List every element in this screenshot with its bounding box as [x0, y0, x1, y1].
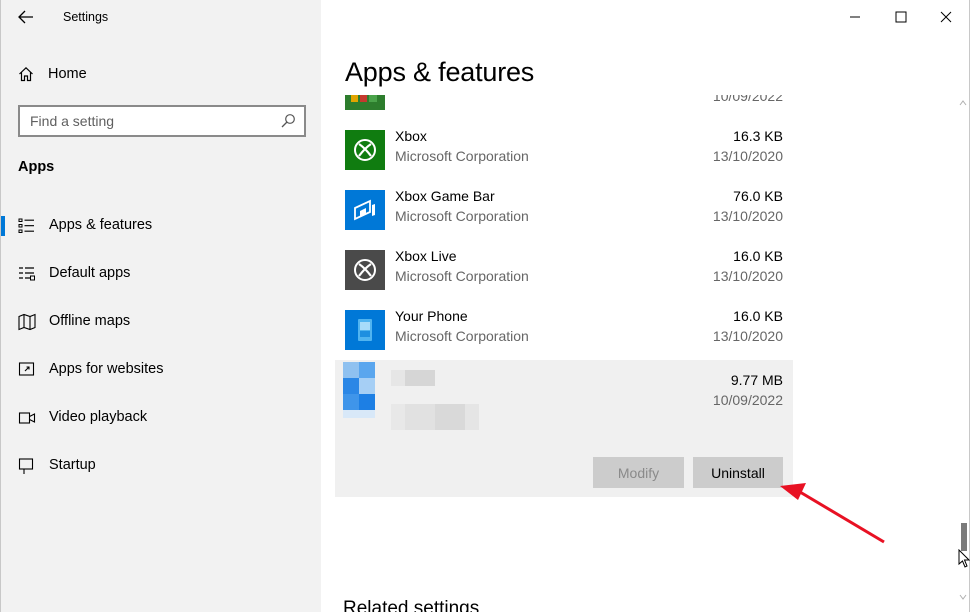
app-date: 10/09/2022	[712, 392, 783, 408]
section-title: Apps	[18, 159, 55, 175]
home-icon	[19, 66, 33, 82]
back-button[interactable]	[13, 6, 39, 28]
sidebar: Settings Home Apps Apps & features Defau…	[0, 0, 321, 612]
active-indicator	[1, 216, 5, 236]
sidebar-item-offline-maps[interactable]: Offline maps	[1, 302, 322, 342]
close-button[interactable]	[923, 0, 969, 34]
title-bar: Settings	[1, 0, 322, 34]
app-size: 16.0 KB	[733, 248, 783, 264]
scroll-down-icon[interactable]	[959, 593, 967, 601]
app-list-item[interactable]: Your Phone Microsoft Corporation 16.0 KB…	[335, 300, 793, 360]
vertical-scrollbar[interactable]	[957, 95, 969, 612]
app-date: 13/10/2020	[712, 268, 783, 284]
sidebar-item-apps-features[interactable]: Apps & features	[1, 206, 322, 246]
scroll-thumb[interactable]	[961, 523, 967, 551]
sidebar-item-label: Startup	[49, 457, 96, 473]
app-date: 13/10/2020	[712, 148, 783, 164]
app-publisher: Microsoft Corporation	[395, 328, 529, 344]
home-nav-item[interactable]: Home	[18, 62, 87, 86]
xbox-logo-icon	[354, 139, 376, 161]
app-publisher: Microsoft Corporation	[395, 208, 529, 224]
apps-list-icon	[18, 218, 34, 233]
app-date: 10/09/2022	[712, 95, 783, 104]
sidebar-item-apps-for-websites[interactable]: Apps for websites	[1, 350, 322, 390]
home-label: Home	[48, 66, 87, 82]
main-content: Apps & features 10/09/2022 Xbox Microsof…	[321, 0, 970, 612]
default-apps-icon	[19, 267, 35, 281]
app-size: 16.0 KB	[733, 308, 783, 324]
app-tile	[345, 95, 385, 110]
maximize-icon	[895, 11, 907, 23]
close-icon	[940, 11, 952, 23]
app-date: 13/10/2020	[712, 328, 783, 344]
sidebar-item-label: Apps for websites	[49, 361, 164, 377]
app-name: Your Phone	[395, 308, 468, 324]
scroll-up-icon[interactable]	[959, 99, 967, 107]
app-name: Xbox Game Bar	[395, 188, 495, 204]
minimize-button[interactable]	[832, 0, 878, 34]
sidebar-item-label: Default apps	[49, 265, 131, 281]
app-publisher: Microsoft Corporation	[395, 268, 529, 284]
mouse-cursor-icon	[958, 549, 970, 568]
sidebar-item-label: Offline maps	[49, 313, 131, 329]
xbox-logo-icon	[354, 259, 376, 281]
sidebar-item-label: Video playback	[49, 409, 148, 425]
app-name: Xbox	[395, 128, 427, 144]
link-window-icon	[18, 362, 35, 376]
app-list-item[interactable]: Xbox Game Bar Microsoft Corporation 76.0…	[335, 180, 793, 240]
app-list: 10/09/2022 Xbox Microsoft Corporation 16…	[321, 95, 970, 612]
app-icon	[351, 95, 377, 102]
selected-app-item[interactable]: 9.77 MB 10/09/2022 Modify Uninstall	[335, 360, 793, 497]
sidebar-item-startup[interactable]: Startup	[1, 446, 322, 486]
phone-icon	[358, 319, 372, 341]
app-size: 9.77 MB	[730, 372, 783, 388]
app-tile	[345, 190, 385, 230]
startup-icon	[18, 458, 34, 474]
page-title: Apps & features	[345, 57, 535, 87]
back-arrow-icon	[18, 10, 33, 24]
search-icon[interactable]	[280, 113, 296, 129]
sidebar-item-default-apps[interactable]: Default apps	[1, 254, 322, 294]
related-settings-heading: Related settings	[343, 598, 480, 612]
app-date: 13/10/2020	[712, 208, 783, 224]
maximize-button[interactable]	[878, 0, 924, 34]
video-icon	[18, 412, 36, 424]
sidebar-item-label: Apps & features	[49, 217, 153, 233]
app-tile	[345, 310, 385, 350]
minimize-icon	[850, 16, 860, 18]
app-list-item[interactable]: Xbox Live Microsoft Corporation 16.0 KB …	[335, 240, 793, 300]
uninstall-button[interactable]: Uninstall	[693, 457, 783, 488]
modify-button[interactable]: Modify	[593, 457, 684, 488]
app-list-item[interactable]: 10/09/2022	[335, 95, 793, 120]
search-box[interactable]	[18, 105, 306, 137]
app-name: Xbox Live	[395, 248, 457, 264]
app-size: 16.3 KB	[733, 128, 783, 144]
window-title: Settings	[63, 10, 109, 24]
app-list-item[interactable]: Xbox Microsoft Corporation 16.3 KB 13/10…	[335, 120, 793, 180]
app-tile	[345, 130, 385, 170]
game-bar-icon	[354, 199, 375, 221]
app-tile	[345, 250, 385, 290]
app-publisher: Microsoft Corporation	[395, 148, 529, 164]
map-icon	[18, 313, 36, 331]
app-size: 76.0 KB	[733, 188, 783, 204]
search-input[interactable]	[30, 113, 270, 129]
sidebar-item-video-playback[interactable]: Video playback	[1, 398, 322, 438]
